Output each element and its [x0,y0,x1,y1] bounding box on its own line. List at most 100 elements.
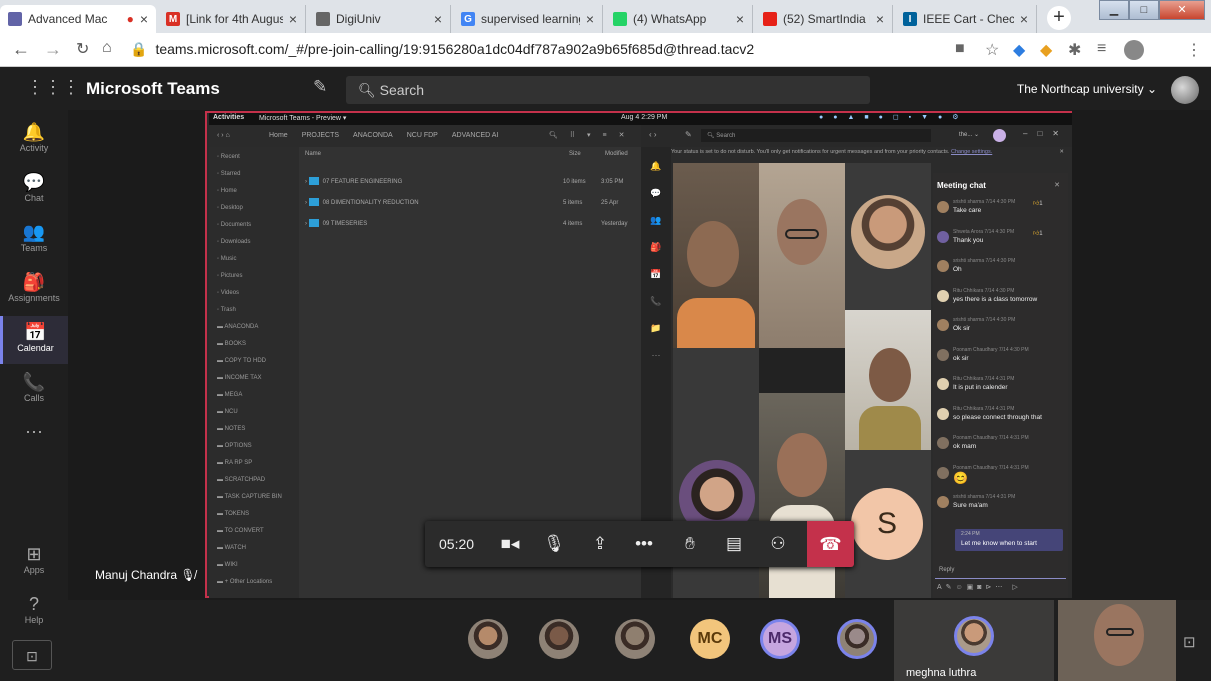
participant-avatar[interactable]: MC [690,619,730,659]
phone-icon: 📞 [22,372,46,392]
camera-icon[interactable]: ■ [955,40,965,58]
chat-message-meta: srishti sharma 7/14 4:30 PM [953,258,1016,264]
show-participants-button[interactable]: ⚇ [759,521,797,567]
chat-message: srishti sharma 7/14 4:30 PM Oh [937,258,1065,284]
chat-icon: 💬 [22,172,46,192]
raise-hand-button[interactable]: ✋︎ [671,521,709,567]
extensions-puzzle-icon[interactable]: ✱ [1068,40,1081,60]
browser-tab[interactable]: DigiUniv × [308,5,451,33]
extension-icon[interactable]: ◆ [1013,40,1025,60]
teams-header: ⋮⋮⋮ Microsoft Teams ✎ 🔍︎ Search The Nort… [0,67,1211,110]
recording-icon: ● [126,12,134,26]
url-text: teams.microsoft.com/_#/pre-join-calling/… [155,41,755,57]
extension-icon[interactable]: ◆ [1040,40,1052,60]
url-field[interactable]: 🔒 teams.microsoft.com/_#/pre-join-calling… [130,41,754,58]
sidebar-location-label: TOKENS [224,511,250,517]
sidebar-location-label: Downloads [220,239,251,245]
device-settings-icon[interactable]: ⊡ [1183,633,1196,651]
browser-tab[interactable]: Advanced Mac ● × [0,5,156,33]
sidebar-location-label: Documents [220,222,252,228]
sidebar-location: ▬ TO CONVERT [217,524,264,538]
camera-toggle-button[interactable]: ■◂ [491,521,529,567]
rail-item-calls[interactable]: 📞 Calls [0,366,68,414]
reload-icon[interactable]: ↻ [76,39,89,59]
chat-avatar [937,260,949,272]
tab-title: Advanced Mac [28,12,108,26]
chat-message-meta: srishti sharma 7/14 4:30 PM [953,199,1016,205]
app-launcher-icon[interactable]: ⋮⋮⋮ [26,77,80,98]
close-tab-icon[interactable]: × [736,11,744,27]
profile-avatar[interactable] [1124,40,1144,60]
participant-initial-avatar: S [851,488,923,560]
like-count: 1 [1039,230,1043,237]
hang-up-button[interactable]: ☎︎ [807,521,854,567]
browser-tab[interactable]: (52) SmartIndia Ha × [755,5,893,33]
show-conversation-button[interactable]: ▤ [715,521,753,567]
forward-icon[interactable]: → [44,39,62,60]
new-tab-button[interactable]: + [1047,6,1071,30]
chat-message: srishti sharma 7/14 4:31 PM Sure ma'am [937,494,1065,520]
bookmark-star-icon[interactable]: ☆ [985,40,999,60]
chat-message-text: Ok sir [953,325,970,332]
bell-icon: 🔔 [22,122,46,142]
close-tab-icon[interactable]: × [586,11,594,27]
video-tile [673,163,759,348]
folder-icon: ▬ [217,494,225,500]
rail-item-assignments[interactable]: 🎒 Assignments [0,266,68,314]
more-actions-button[interactable]: ••• [625,521,663,567]
folder-icon: ▬ [217,528,225,534]
feedback-icon[interactable]: ⊡ [12,640,52,670]
home-icon[interactable]: ⌂ [102,39,112,57]
close-window-button[interactable]: ✕ [1159,0,1205,20]
sidebar-location-label: OPTIONS [224,443,252,449]
browser-tab[interactable]: Gsupervised learning × [453,5,603,33]
glasses [1106,628,1134,636]
reading-list-icon[interactable]: ≡ [1097,40,1106,58]
rail-item-teams[interactable]: 👥 Teams [0,216,68,264]
rail-item-apps[interactable]: ⊞ Apps [0,538,68,586]
browser-tab[interactable]: (4) WhatsApp × [605,5,753,33]
participant-avatar[interactable]: MS [760,619,800,659]
sidebar-location: ▬ OPTIONS [217,439,252,453]
search-input[interactable]: 🔍︎ Search [346,76,870,104]
maximize-button[interactable]: □ [1129,0,1159,20]
file-row: › 09 TIMESERIES 4 items Yesterday [299,217,641,231]
chat-avatar [937,289,949,302]
org-switcher[interactable]: The Northcap university ⌄ [1017,82,1157,96]
chat-title: Meeting chat [937,181,986,190]
sidebar-location: ▬ WATCH [217,541,246,555]
share-screen-button[interactable]: ⇪ [581,521,619,567]
compose-icon[interactable]: ✎ [313,77,327,97]
chat-message-text: Oh [953,266,962,273]
rail-item-activity[interactable]: 🔔 Activity [0,116,68,164]
close-tab-icon[interactable]: × [289,11,297,27]
minimize-button[interactable]: ▁ [1099,0,1129,20]
sidebar-location-label: WATCH [224,545,246,551]
back-icon[interactable]: ← [12,39,30,60]
participant-avatar[interactable] [468,619,508,659]
calendar-icon: 📅 [24,322,47,342]
browser-tab[interactable]: I IEEE Cart - Checkou × [895,5,1037,33]
close-tab-icon[interactable]: × [876,11,884,27]
self-video-tile [1058,600,1176,681]
close-tab-icon[interactable]: × [140,11,148,27]
user-avatar[interactable] [1171,76,1199,104]
mic-toggle-button[interactable]: 🎙︎ [535,521,573,567]
participant-avatar[interactable] [615,619,655,659]
participant-avatar[interactable] [539,619,579,659]
chat-reply-box: Reply [935,563,1066,579]
rail-item-help[interactable]: ? Help [0,588,68,636]
menu-kebab-icon[interactable]: ⋮ [1186,40,1202,60]
folder-icon [308,177,319,186]
call-controls: 05:20 ■◂ 🎙︎ ⇪ ••• ✋︎ ▤ ⚇ ☎︎ [425,521,854,567]
participant-avatar[interactable] [837,619,877,659]
close-tab-icon[interactable]: × [434,11,442,27]
folder-icon [308,198,319,207]
browser-tab[interactable]: M [Link for 4th August × [158,5,306,33]
sidebar-location-label: ANACONDA [224,324,259,330]
rail-item-chat[interactable]: 💬 Chat [0,166,68,214]
close-tab-icon[interactable]: × [1020,11,1028,27]
rail-item-calendar[interactable]: 📅 Calendar [0,316,68,364]
rail-item-[interactable]: ⋯ [0,416,68,464]
folder-icon: ▬ [217,426,225,432]
